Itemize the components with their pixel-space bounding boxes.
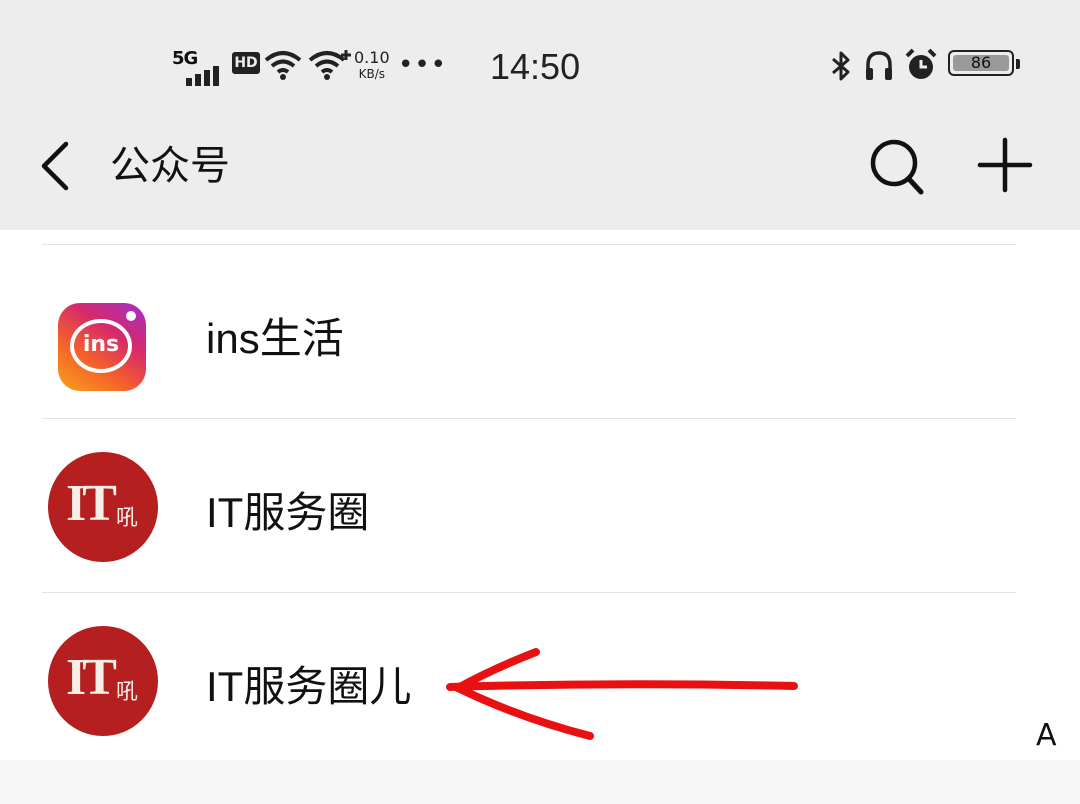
wifi-icon <box>264 51 302 80</box>
avatar-logo-text: IT <box>66 649 117 706</box>
avatar-logo-sub: 吼 <box>116 679 139 704</box>
wifi-plus-icon <box>308 50 351 80</box>
more-status-icon: ••• <box>398 50 448 80</box>
index-letter-a[interactable]: A <box>1036 718 1057 753</box>
headphones-icon <box>866 51 892 80</box>
annotation-arrow-icon <box>446 648 798 740</box>
alarm-icon <box>905 48 937 79</box>
account-name: IT服务圈 <box>206 489 370 536</box>
search-icon <box>870 139 924 195</box>
speed-unit: KB/s <box>358 67 386 81</box>
status-time: 14:50 <box>490 46 581 87</box>
battery-level: 86 <box>970 53 992 72</box>
avatar-logo-sub: 吼 <box>116 505 139 530</box>
it-avatar-icon: IT 吼 <box>48 626 158 736</box>
search-button[interactable] <box>866 136 928 198</box>
list-item-ins[interactable]: ins ins生活 <box>0 245 1080 417</box>
account-name: IT服务圈儿 <box>206 663 412 710</box>
avatar-logo-text: IT <box>66 475 117 532</box>
ins-avatar-icon: ins <box>58 303 146 391</box>
signal-icon <box>186 66 219 86</box>
page-title: 公众号 <box>110 143 230 189</box>
list-item-it-service[interactable]: IT 吼 IT服务圈 <box>0 419 1080 591</box>
speed-value: 0.10 <box>354 48 390 67</box>
battery-indicator: 86 <box>948 50 1020 76</box>
chevron-left-icon <box>41 141 69 191</box>
hd-badge: HD <box>232 52 260 74</box>
bluetooth-icon <box>832 51 850 81</box>
ins-avatar-text: ins <box>70 319 132 373</box>
network-speed: 0.10 KB/s <box>354 50 390 82</box>
ins-avatar-dot <box>126 311 136 321</box>
plus-icon <box>977 137 1033 193</box>
battery-tip <box>1016 59 1020 69</box>
add-button[interactable] <box>974 134 1036 196</box>
header: 5G HD 0.10 KB/s ••• 14:50 86 公众号 <box>0 0 1080 230</box>
back-button[interactable] <box>36 140 76 192</box>
account-name: ins生活 <box>206 315 344 362</box>
it-avatar-icon: IT 吼 <box>48 452 158 562</box>
